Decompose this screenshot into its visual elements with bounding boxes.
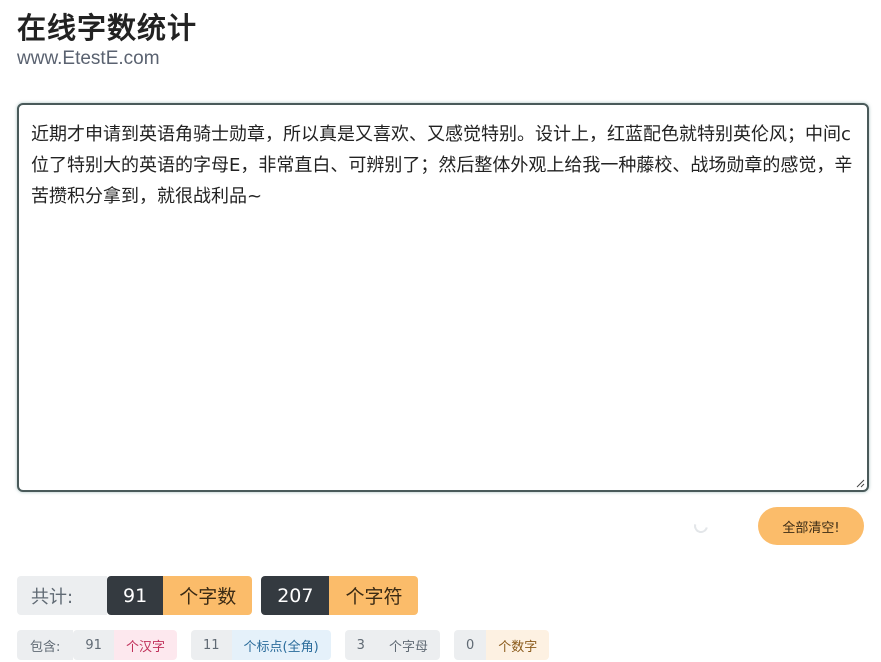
letter-count-badge: 3 个字母 bbox=[344, 630, 440, 660]
total-summary: 共计: 91 个字数 207 个字符 bbox=[17, 576, 427, 615]
letter-count-unit: 个字母 bbox=[376, 630, 440, 660]
punctuation-count-badge: 11 个标点(全角) bbox=[190, 630, 331, 660]
symbol-count-unit: 个字符 bbox=[329, 576, 419, 615]
resize-handle-icon[interactable] bbox=[855, 478, 865, 488]
punctuation-count-unit: 个标点(全角) bbox=[231, 630, 331, 660]
site-url: www.EtestE.com bbox=[17, 48, 160, 69]
total-label: 共计: bbox=[17, 576, 107, 615]
char-count-value: 91 bbox=[107, 576, 164, 615]
breakdown-label: 包含: bbox=[17, 630, 74, 660]
hanzi-count-value: 91 bbox=[73, 630, 114, 660]
digit-count-badge: 0 个数字 bbox=[453, 630, 550, 660]
char-count-badge: 91 个字数 bbox=[107, 576, 253, 615]
symbol-count-value: 207 bbox=[261, 576, 330, 615]
hanzi-count-badge: 91 个汉字 bbox=[73, 630, 177, 660]
symbol-count-badge: 207 个字符 bbox=[261, 576, 419, 615]
clear-all-button[interactable]: 全部清空! bbox=[758, 507, 864, 545]
page-title: 在线字数统计 bbox=[17, 11, 198, 45]
digit-count-unit: 个数字 bbox=[486, 630, 550, 660]
text-input[interactable]: 近期才申请到英语角骑士勋章，所以真是又喜欢、又感觉特别。设计上，红蓝配色就特别英… bbox=[17, 103, 869, 492]
breakdown-summary: 包含: 91 个汉字 11 个标点(全角) 3 个字母 0 个数字 bbox=[17, 630, 563, 660]
letter-count-value: 3 bbox=[344, 630, 377, 660]
digit-count-value: 0 bbox=[453, 630, 487, 660]
char-count-unit: 个字数 bbox=[163, 576, 253, 615]
hanzi-count-unit: 个汉字 bbox=[113, 630, 177, 660]
punctuation-count-value: 11 bbox=[190, 630, 232, 660]
loading-spinner-icon bbox=[691, 516, 711, 536]
